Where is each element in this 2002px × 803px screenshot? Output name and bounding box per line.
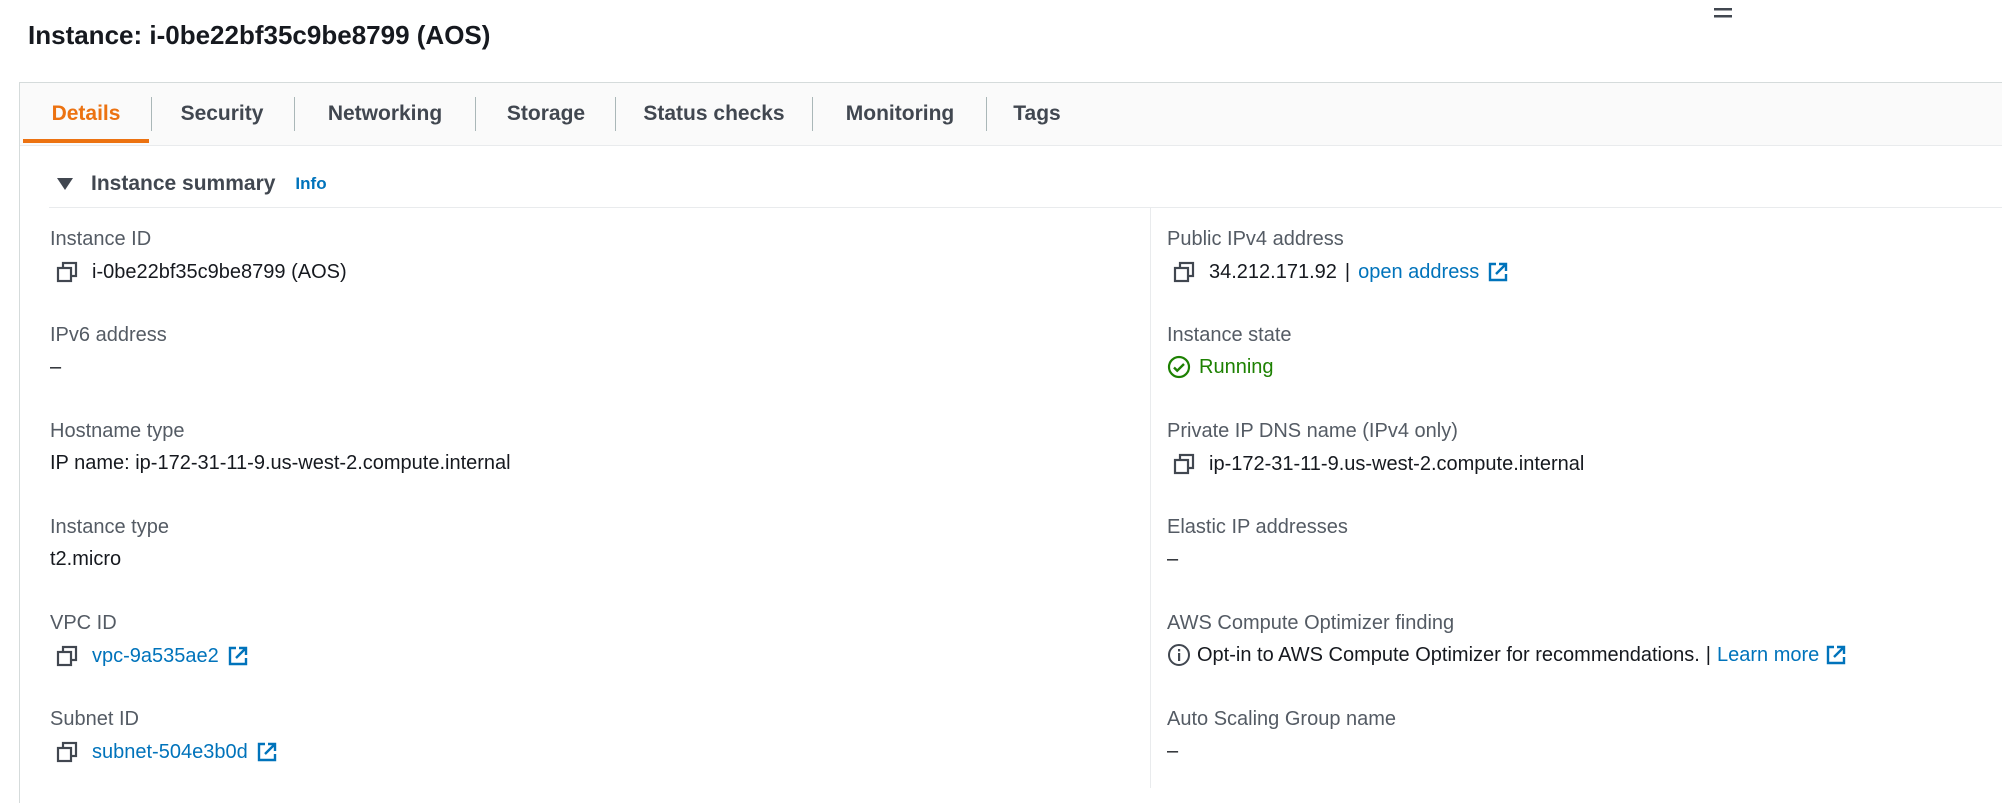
ipv6-value: – xyxy=(50,356,62,378)
learn-more-link[interactable]: Learn more xyxy=(1717,643,1819,667)
instance-summary-header[interactable]: Instance summary Info xyxy=(57,164,327,204)
page-title: Instance: i-0be22bf35c9be8799 (AOS) xyxy=(28,20,491,50)
field-value: i-0be22bf35c9be8799 (AOS) xyxy=(50,259,347,285)
field-label: AWS Compute Optimizer finding xyxy=(1167,612,1455,634)
check-circle-icon xyxy=(1167,355,1191,379)
field-label: IPv6 address xyxy=(50,324,167,346)
field-private-dns: Private IP DNS name (IPv4 only) ip-172-3… xyxy=(1167,419,1584,477)
section-divider xyxy=(49,207,2002,208)
field-label: Public IPv4 address xyxy=(1167,228,1344,250)
field-label: Auto Scaling Group name xyxy=(1167,708,1397,730)
active-tab-indicator xyxy=(23,139,149,143)
external-link-icon[interactable] xyxy=(1825,644,1847,666)
instance-type-value: t2.micro xyxy=(50,548,122,570)
tab-networking[interactable]: Networking xyxy=(295,83,475,145)
copy-icon[interactable] xyxy=(54,643,80,669)
field-value: subnet-504e3b0d xyxy=(50,739,278,765)
hostname-type-value: IP name: ip-172-31-11-9.us-west-2.comput… xyxy=(50,452,511,474)
field-compute-optimizer: AWS Compute Optimizer finding Opt-in to … xyxy=(1167,611,1847,667)
public-ipv4-value: 34.212.171.92 xyxy=(1209,261,1337,283)
external-link-icon[interactable] xyxy=(256,741,278,763)
field-label: Elastic IP addresses xyxy=(1167,516,1348,538)
instance-state-value: Running xyxy=(1199,356,1274,378)
vpc-id-link[interactable]: vpc-9a535ae2 xyxy=(92,644,219,668)
field-label: Hostname type xyxy=(50,420,185,442)
asg-value: – xyxy=(1167,740,1179,762)
field-subnet-id: Subnet ID subnet-504e3b0d xyxy=(50,707,278,765)
tab-storage[interactable]: Storage xyxy=(476,83,616,145)
optimizer-value: Opt-in to AWS Compute Optimizer for reco… xyxy=(1197,644,1700,666)
field-instance-state: Instance state Running xyxy=(1167,323,1292,379)
field-public-ipv4: Public IPv4 address 34.212.171.92 | open… xyxy=(1167,227,1509,285)
field-value: vpc-9a535ae2 xyxy=(50,643,249,669)
field-value: ip-172-31-11-9.us-west-2.compute.interna… xyxy=(1167,451,1584,477)
section-title: Instance summary xyxy=(91,172,276,195)
menu-icon[interactable] xyxy=(1712,4,1734,22)
info-circle-icon xyxy=(1168,644,1190,666)
copy-icon[interactable] xyxy=(1171,259,1197,285)
caret-down-icon[interactable] xyxy=(57,178,73,190)
tab-tags[interactable]: Tags xyxy=(987,83,1087,145)
field-label: Private IP DNS name (IPv4 only) xyxy=(1167,420,1458,442)
field-elastic-ip: Elastic IP addresses – xyxy=(1167,515,1348,571)
tab-bar: Details Security Networking Storage Stat… xyxy=(20,83,2002,146)
field-vpc-id: VPC ID vpc-9a535ae2 xyxy=(50,611,249,669)
tab-status-checks[interactable]: Status checks xyxy=(616,83,812,145)
separator: | xyxy=(1705,644,1711,666)
separator: | xyxy=(1344,261,1351,283)
field-value: Opt-in to AWS Compute Optimizer for reco… xyxy=(1167,643,1847,667)
external-link-icon[interactable] xyxy=(1487,261,1509,283)
field-value: 34.212.171.92 | open address xyxy=(1167,259,1509,285)
copy-icon[interactable] xyxy=(54,259,80,285)
column-divider xyxy=(1150,208,1151,788)
field-label: Instance type xyxy=(50,516,169,538)
field-ipv6-address: IPv6 address – xyxy=(50,323,167,379)
tab-details[interactable]: Details xyxy=(23,83,149,145)
field-instance-id: Instance ID i-0be22bf35c9be8799 (AOS) xyxy=(50,227,347,285)
copy-icon[interactable] xyxy=(54,739,80,765)
tab-monitoring[interactable]: Monitoring xyxy=(813,83,987,145)
instance-id-value: i-0be22bf35c9be8799 (AOS) xyxy=(92,261,347,283)
subnet-id-link[interactable]: subnet-504e3b0d xyxy=(92,740,248,764)
external-link-icon[interactable] xyxy=(227,645,249,667)
field-label: Instance state xyxy=(1167,324,1292,346)
field-label: Instance ID xyxy=(50,228,152,250)
open-address-link[interactable]: open address xyxy=(1358,260,1479,284)
field-auto-scaling-group: Auto Scaling Group name – xyxy=(1167,707,1396,763)
tab-security[interactable]: Security xyxy=(152,83,292,145)
field-label: VPC ID xyxy=(50,612,117,634)
field-instance-type: Instance type t2.micro xyxy=(50,515,169,571)
info-link[interactable]: Info xyxy=(295,174,326,194)
copy-icon[interactable] xyxy=(1171,451,1197,477)
private-dns-value: ip-172-31-11-9.us-west-2.compute.interna… xyxy=(1209,453,1585,475)
elastic-ip-value: – xyxy=(1167,548,1179,570)
field-label: Subnet ID xyxy=(50,708,139,730)
field-hostname-type: Hostname type IP name: ip-172-31-11-9.us… xyxy=(50,419,511,475)
field-value: Running xyxy=(1167,355,1292,379)
